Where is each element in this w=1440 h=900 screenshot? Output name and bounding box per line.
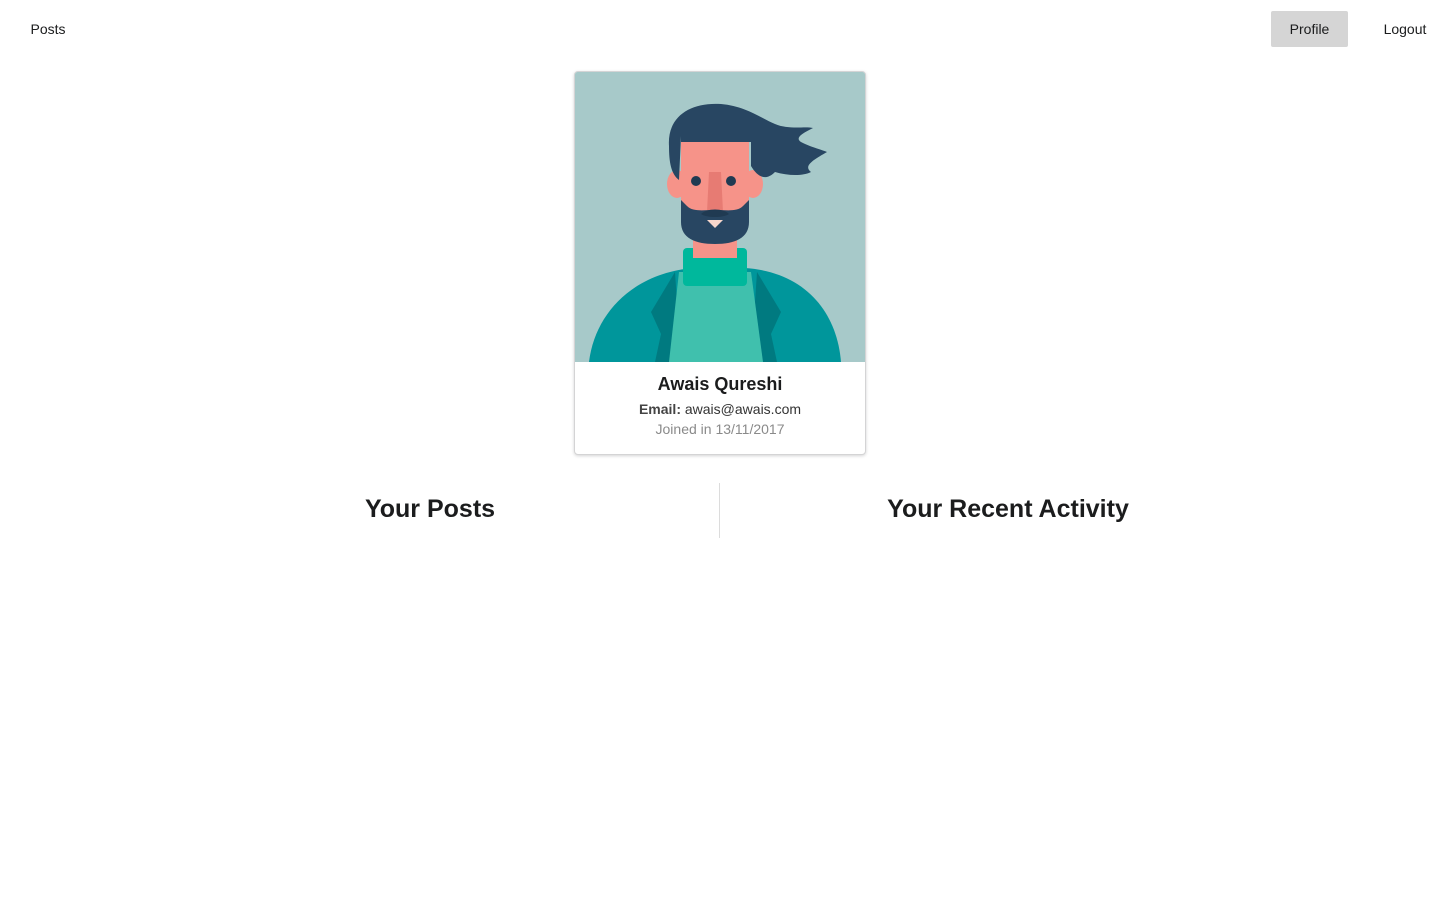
- nav-posts-link[interactable]: Posts: [16, 11, 80, 47]
- profile-email-label: Email:: [638, 401, 681, 417]
- your-posts-heading: Your Posts: [364, 495, 496, 523]
- bearded-man-avatar-icon: [575, 72, 865, 362]
- profile-name: Awais Qureshi: [657, 374, 783, 394]
- profile-email-value: awais@awais.com: [684, 401, 802, 417]
- recent-activity-heading: Your Recent Activity: [887, 495, 1129, 523]
- profile-joined-date: Joined in 13/11/2017: [655, 421, 785, 437]
- nav-logout-link[interactable]: Logout: [1366, 11, 1440, 47]
- section-divider: [719, 483, 720, 538]
- profile-card: Awais Qureshi Email: awais@awais.com Joi…: [574, 71, 866, 455]
- nav-profile-link[interactable]: Profile: [1271, 11, 1348, 47]
- profile-email-line: Email: awais@awais.com: [575, 400, 865, 418]
- profile-card-content: Awais Qureshi Email: awais@awais.com Joi…: [575, 362, 865, 438]
- top-navbar: Posts Profile Logout: [0, 0, 1440, 56]
